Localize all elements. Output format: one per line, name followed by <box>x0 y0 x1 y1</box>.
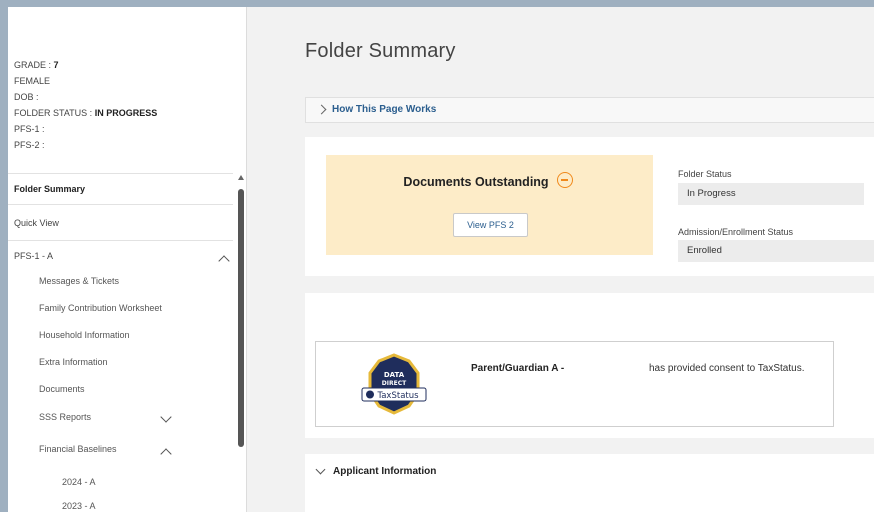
pfs2-row: PFS-2 : <box>14 140 45 150</box>
nav-documents[interactable]: Documents <box>39 384 85 394</box>
folder-status-value: IN PROGRESS <box>94 108 158 118</box>
how-this-page-works-toggle[interactable]: How This Page Works <box>305 97 874 123</box>
nav-sss-reports[interactable]: SSS Reports <box>39 412 91 422</box>
badge-line2: DIRECT <box>382 380 407 387</box>
badge-line1: DATA <box>384 371 405 379</box>
minus-circle-icon <box>557 172 573 188</box>
gender-row: FEMALE <box>14 76 51 86</box>
folder-status-field-value: In Progress <box>678 183 864 205</box>
nav-year-2024[interactable]: 2024 - A <box>62 477 96 487</box>
badge-brand: TaxStatus <box>376 391 419 401</box>
nav-divider <box>8 204 233 205</box>
grade-value: 7 <box>53 60 59 70</box>
folder-status-label: FOLDER STATUS : <box>14 108 93 118</box>
window-frame-top <box>0 0 874 7</box>
sidebar: GRADE : 7 FEMALE DOB : FOLDER STATUS : I… <box>8 7 247 512</box>
chevron-down-icon <box>315 464 326 475</box>
page-title: Folder Summary <box>305 40 456 62</box>
applicant-information-section[interactable]: Applicant Information <box>305 454 874 512</box>
pfs1-row: PFS-1 : <box>14 124 45 134</box>
sidebar-scrollbar-thumb[interactable] <box>238 189 244 447</box>
view-pfs2-button[interactable]: View PFS 2 <box>453 213 528 237</box>
nav-divider <box>8 240 233 241</box>
nav-quick-view[interactable]: Quick View <box>14 218 59 228</box>
nav-financial-baselines[interactable]: Financial Baselines <box>39 444 117 454</box>
window-frame-left <box>0 0 8 512</box>
nav-pfs1a[interactable]: PFS-1 - A <box>14 251 53 261</box>
nav-messages-tickets[interactable]: Messages & Tickets <box>39 276 119 286</box>
applicant-information-label: Applicant Information <box>333 466 437 477</box>
dob-row: DOB : <box>14 92 39 102</box>
nav-household-information[interactable]: Household Information <box>39 330 130 340</box>
grade-label: GRADE : <box>14 60 52 70</box>
chevron-down-icon[interactable] <box>160 411 172 423</box>
admission-status-label: Admission/Enrollment Status <box>678 227 794 237</box>
chevron-up-icon[interactable] <box>160 448 172 460</box>
admission-status-value: Enrolled <box>678 240 874 262</box>
grade-row: GRADE : 7 <box>14 57 157 73</box>
nav-year-2023[interactable]: 2023 - A <box>62 501 96 511</box>
student-info: GRADE : 7 FEMALE DOB : FOLDER STATUS : I… <box>14 57 157 153</box>
how-this-page-works-label: How This Page Works <box>332 104 437 115</box>
scroll-up-arrow-icon[interactable] <box>238 175 244 180</box>
nav-divider <box>8 173 233 174</box>
folder-status-field-label: Folder Status <box>678 169 732 179</box>
folder-status-row: FOLDER STATUS : IN PROGRESS <box>14 105 157 121</box>
nav-family-contribution-worksheet[interactable]: Family Contribution Worksheet <box>39 303 162 313</box>
data-direct-taxstatus-badge-icon: DATA DIRECT TaxStatus <box>361 353 427 415</box>
documents-outstanding-title: Documents Outstanding <box>403 175 549 189</box>
nav-folder-summary[interactable]: Folder Summary <box>14 184 85 194</box>
taxstatus-consent-box: DATA DIRECT TaxStatus Parent/Guardian A … <box>315 341 834 427</box>
documents-outstanding-panel: Documents Outstanding View PFS 2 <box>326 155 653 255</box>
consent-text: has provided consent to TaxStatus. <box>649 363 805 374</box>
nav-extra-information[interactable]: Extra Information <box>39 357 108 367</box>
chevron-up-icon[interactable] <box>218 255 230 267</box>
chevron-right-icon <box>316 104 327 115</box>
consent-parent-name: Parent/Guardian A - <box>471 363 565 374</box>
